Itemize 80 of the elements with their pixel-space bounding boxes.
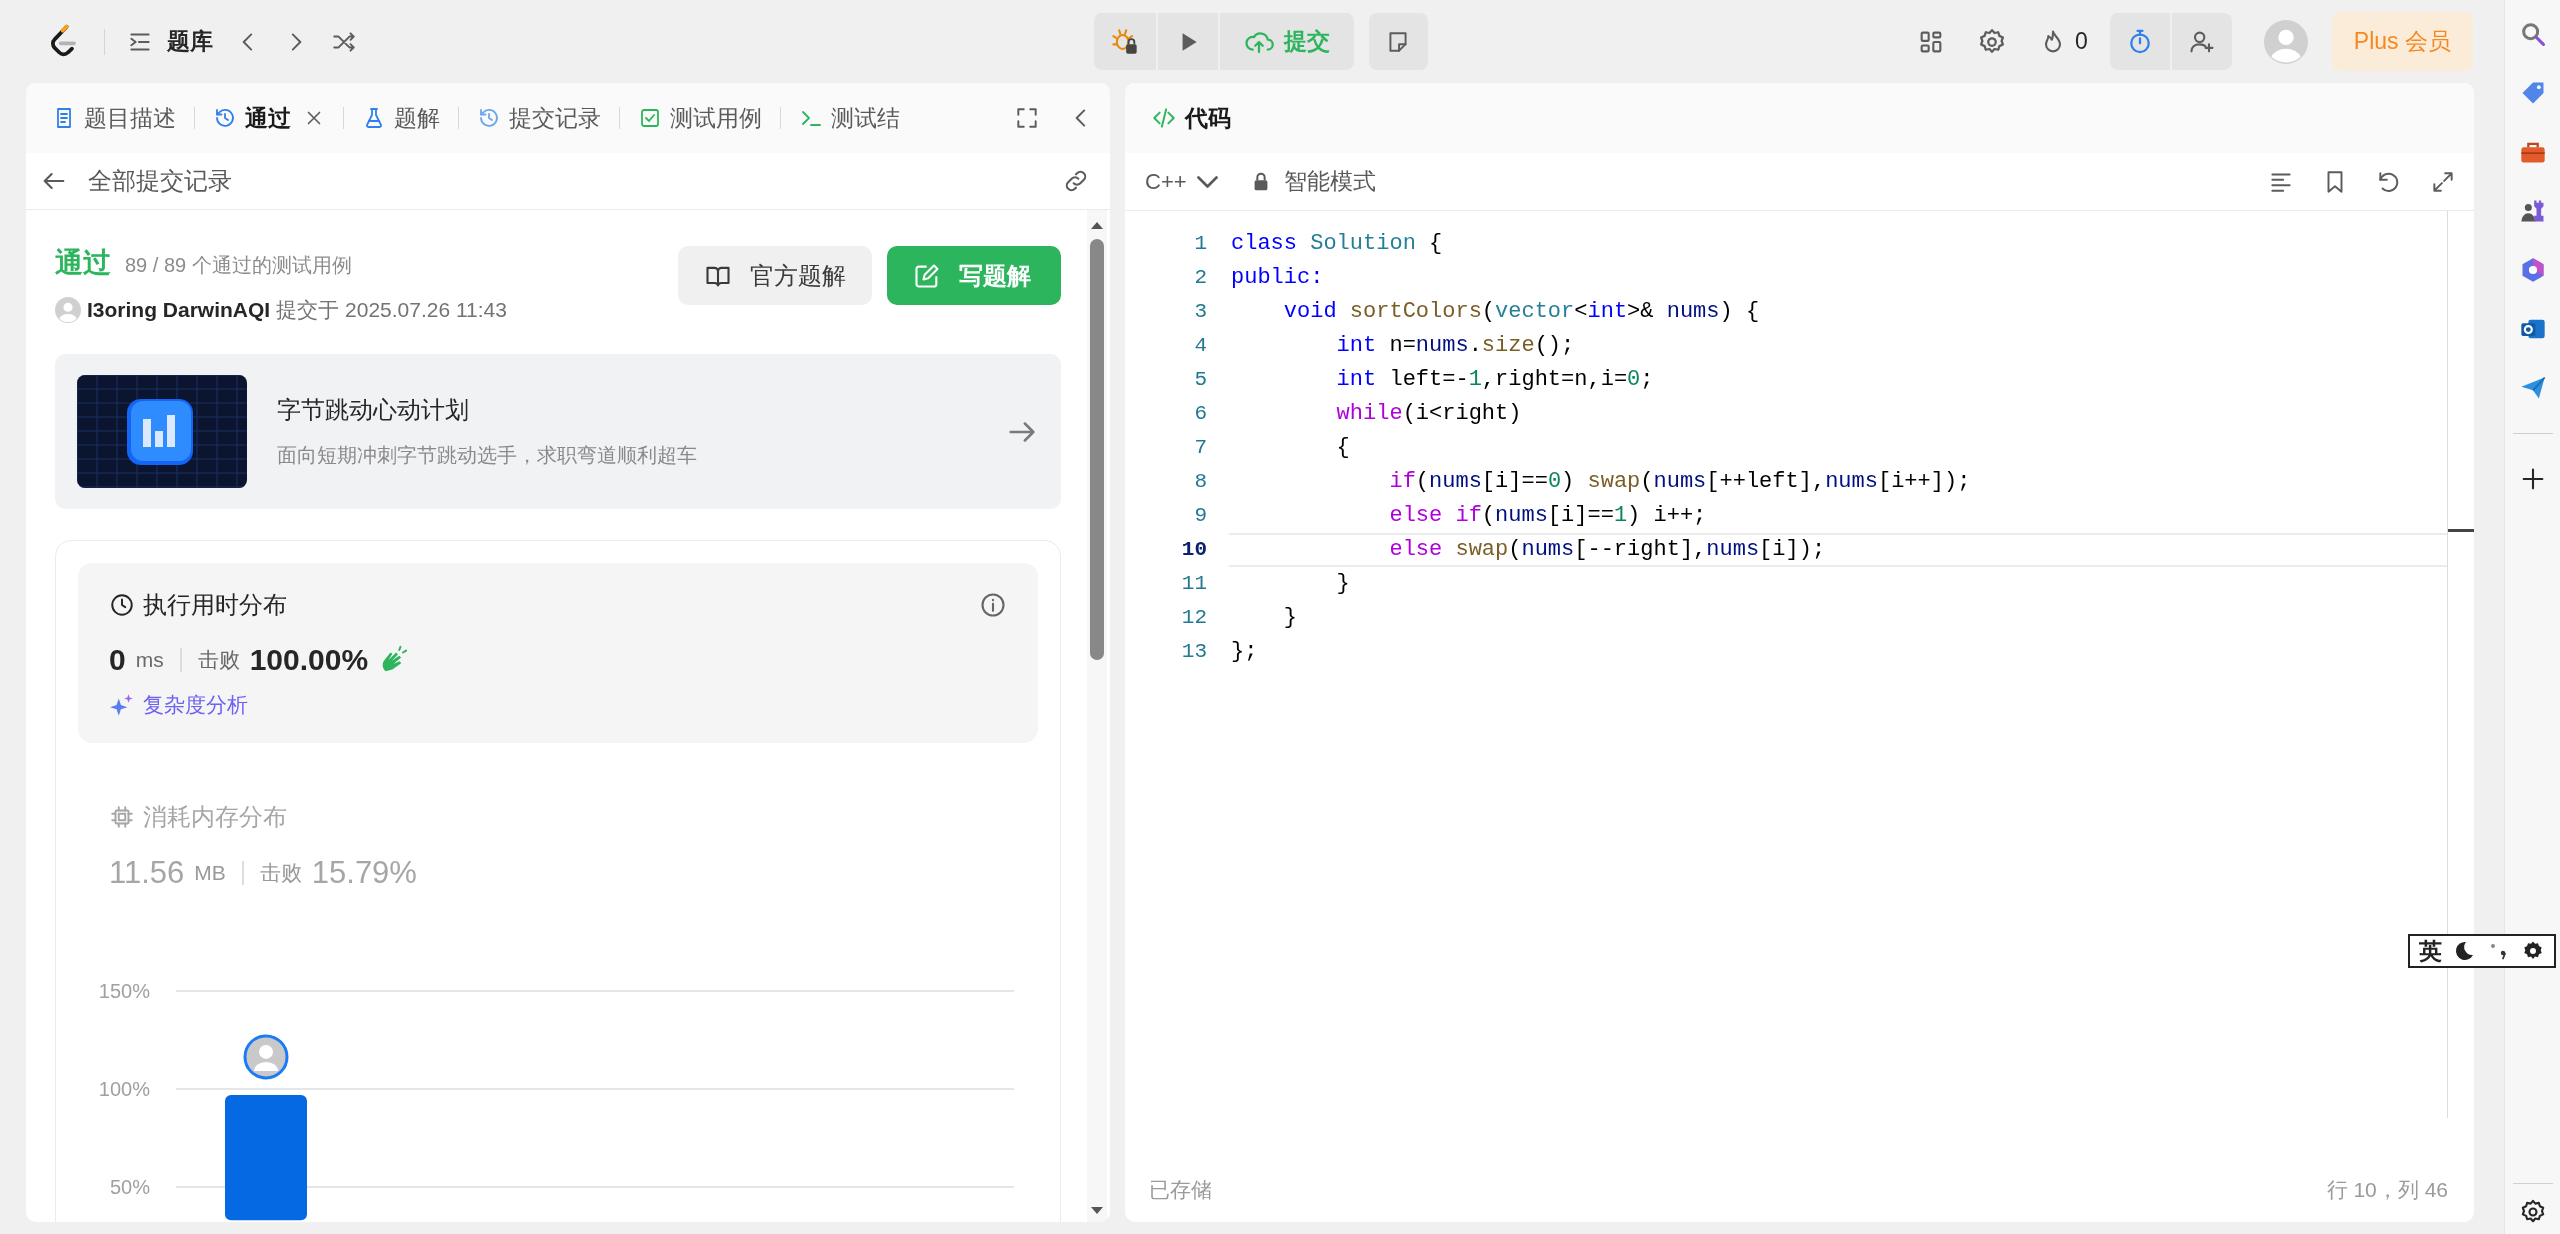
tab[interactable]: 提交记录 xyxy=(473,96,605,140)
code-line[interactable]: }; xyxy=(1231,635,2447,669)
test-case-count: 89 / 89 个通过的测试用例 xyxy=(125,253,352,278)
note-button[interactable] xyxy=(1368,13,1428,70)
beats-percent: 15.79% xyxy=(311,855,417,891)
code-line[interactable]: int n=nums.size(); xyxy=(1231,329,2447,363)
banner-subtitle: 面向短期冲刺字节跳动选手，求职弯道顺利超车 xyxy=(277,443,698,468)
metric-value: 11.56 xyxy=(109,855,185,891)
metric-value: 0 xyxy=(109,643,126,677)
code-tab[interactable]: 代码 xyxy=(1147,96,1235,140)
complexity-analysis-link[interactable]: 复杂度分析 xyxy=(143,691,248,719)
code-line[interactable]: public: xyxy=(1231,261,2447,295)
save-status: 已存储 xyxy=(1149,1177,1212,1203)
line-number: 7 xyxy=(1193,435,1207,461)
history-icon xyxy=(477,106,501,130)
code-line[interactable]: while(i<right) xyxy=(1231,397,2447,431)
cursor-position: 行 10，列 46 xyxy=(2326,1177,2448,1203)
line-number: 1 xyxy=(1193,231,1207,257)
username[interactable]: I3oring DarwinAQI xyxy=(87,298,271,322)
banner-title: 字节跳动心动计划 xyxy=(277,395,470,425)
submit-time: 提交于 2025.07.26 11:43 xyxy=(276,297,507,323)
axis-label: 50% xyxy=(109,1176,150,1198)
checkbox-icon xyxy=(638,106,662,130)
scroll-position-marker xyxy=(2448,529,2474,532)
code-line[interactable]: void sortColors(vector<int>& nums) { xyxy=(1231,295,2447,329)
line-number: 4 xyxy=(1193,333,1207,359)
scrollbar[interactable] xyxy=(1087,210,1107,1222)
user-avatar xyxy=(55,297,81,323)
section-title: 消耗内存分布 xyxy=(143,802,288,832)
code-line[interactable]: int left=-1,right=n,i=0; xyxy=(1231,363,2447,397)
metric-unit: ms xyxy=(135,648,164,672)
code-line[interactable]: if(nums[i]==0) swap(nums[++left],nums[i++]); xyxy=(1231,465,2447,499)
tab[interactable]: 测试结 xyxy=(795,96,904,140)
clock-icon xyxy=(109,592,135,618)
official-solution-button[interactable]: 官方题解 xyxy=(678,246,872,305)
line-number: 9 xyxy=(1193,503,1207,529)
ime-language-toggle[interactable]: 英 xyxy=(2419,935,2443,967)
back-link[interactable]: 全部提交记录 xyxy=(40,165,232,197)
problem-list-button[interactable]: 题库 xyxy=(127,26,213,57)
chip-icon xyxy=(109,804,135,830)
line-number: 8 xyxy=(1193,469,1207,495)
code-icon xyxy=(1151,105,1177,131)
language-dropdown[interactable]: C++ xyxy=(1145,168,1218,195)
status-text: 通过 xyxy=(55,246,111,280)
line-number: 11 xyxy=(1180,571,1207,597)
mode-toggle[interactable]: 智能模式 xyxy=(1249,166,1376,197)
line-number: 5 xyxy=(1193,367,1207,393)
tab[interactable]: 题解 xyxy=(358,96,444,140)
code-line[interactable]: { xyxy=(1231,431,2447,465)
tab[interactable]: 题目描述 xyxy=(48,96,180,140)
info-icon[interactable] xyxy=(979,591,1007,619)
streak-button[interactable]: 0 xyxy=(2039,27,2088,56)
tab[interactable]: 测试用例 xyxy=(634,96,766,140)
beats-label: 击败 xyxy=(259,860,302,886)
code-line[interactable]: else swap(nums[--right],nums[i]); xyxy=(1229,533,2447,567)
line-number: 13 xyxy=(1180,639,1207,665)
banner-card[interactable]: 字节跳动心动计划 面向短期冲刺字节跳动选手，求职弯道顺利超车 xyxy=(55,354,1061,509)
axis-label: 100% xyxy=(98,1078,150,1100)
code-line[interactable]: class Solution { xyxy=(1231,227,2447,261)
sparkle-icon xyxy=(109,692,135,718)
beats-percent: 100.00% xyxy=(249,643,369,677)
line-number: 3 xyxy=(1193,299,1207,325)
axis-label: 150% xyxy=(98,980,150,1002)
code-line[interactable]: } xyxy=(1231,567,2447,601)
chevron-down-icon xyxy=(1196,175,1218,188)
line-number: 6 xyxy=(1193,401,1207,427)
metric-unit: MB xyxy=(194,861,226,885)
beats-label: 击败 xyxy=(197,647,240,673)
avatar-marker xyxy=(243,1034,289,1080)
tab[interactable]: 通过 xyxy=(209,96,329,140)
bug-icon xyxy=(1110,27,1139,56)
line-number: 10 xyxy=(1180,537,1207,563)
code-line[interactable]: else if(nums[i]==1) i++; xyxy=(1231,499,2447,533)
fullscreen-icon[interactable] xyxy=(1014,105,1040,131)
distribution-section[interactable]: 执行用时分布 0 ms 击败 100.00% 复杂度分析 xyxy=(78,563,1038,743)
section-title: 执行用时分布 xyxy=(143,590,288,620)
history-icon xyxy=(213,106,237,130)
line-number: 2 xyxy=(1193,265,1207,291)
code-line[interactable]: } xyxy=(1231,601,2447,635)
line-number: 12 xyxy=(1180,605,1207,631)
